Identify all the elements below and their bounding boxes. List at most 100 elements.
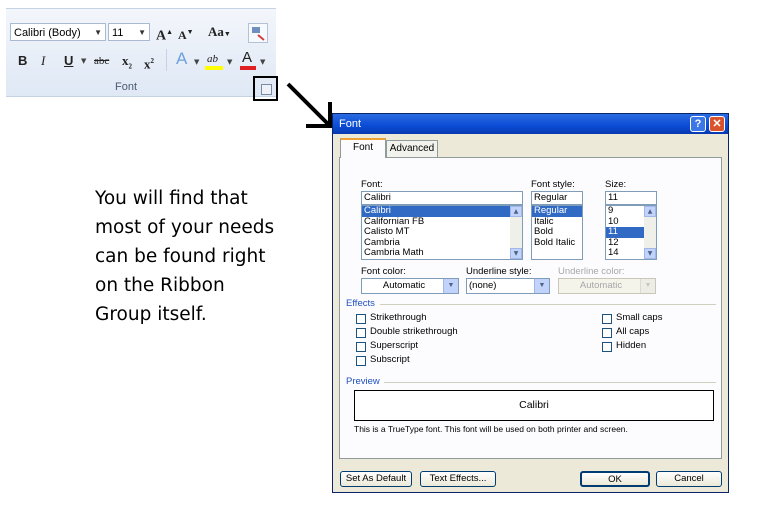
double-strikethrough-checkbox[interactable] bbox=[356, 328, 366, 338]
size-listbox[interactable]: 9 10 11 12 14 ▲ ▼ bbox=[605, 205, 657, 260]
clear-formatting-button[interactable] bbox=[248, 23, 268, 43]
superscript-label: Superscript bbox=[370, 340, 419, 351]
font-size-combo[interactable]: 11 ▼ bbox=[108, 23, 150, 41]
font-dialog: Font ? ✕ Font Advanced Font: Calibri Cal… bbox=[332, 113, 729, 493]
underline-style-value: (none) bbox=[469, 280, 497, 291]
grow-font-icon: A bbox=[156, 28, 167, 44]
help-button[interactable]: ? bbox=[690, 116, 706, 132]
font-color-icon: A bbox=[242, 49, 253, 66]
strikethrough-checkbox[interactable] bbox=[356, 314, 366, 324]
all-caps-label: All caps bbox=[616, 326, 650, 337]
all-caps-checkbox[interactable] bbox=[602, 328, 612, 338]
font-color-value: Automatic bbox=[382, 280, 426, 291]
grow-font-button[interactable]: A▲ bbox=[156, 24, 173, 45]
text-effects-dialog-button[interactable]: Text Effects... bbox=[420, 471, 496, 487]
chevron-down-icon: ▼ bbox=[640, 279, 655, 293]
underline-color-combo: Automatic ▼ bbox=[558, 278, 656, 294]
list-item[interactable]: Calisto MT bbox=[362, 226, 522, 238]
chevron-down-icon[interactable]: ▼ bbox=[81, 57, 86, 65]
dialog-title: Font bbox=[339, 118, 362, 130]
list-item[interactable]: Calibri bbox=[362, 206, 522, 217]
subscript-label: Subscript bbox=[370, 354, 410, 365]
dialog-launcher-icon[interactable] bbox=[261, 84, 272, 95]
underline-color-value: Automatic bbox=[579, 280, 623, 291]
size-label: Size: bbox=[605, 179, 627, 190]
underline-color-label: Underline color: bbox=[558, 266, 625, 277]
cancel-button[interactable]: Cancel bbox=[656, 471, 722, 487]
subscript-button[interactable]: x2 bbox=[122, 53, 132, 75]
double-strikethrough-label: Double strikethrough bbox=[370, 326, 458, 337]
subscript-checkbox[interactable] bbox=[356, 356, 366, 366]
shrink-font-icon: A bbox=[178, 28, 187, 42]
scrollbar[interactable]: ▲ ▼ bbox=[510, 206, 522, 259]
list-item[interactable]: Cambria Math bbox=[362, 247, 522, 259]
list-item[interactable]: Bold bbox=[532, 226, 582, 238]
divider bbox=[166, 49, 167, 71]
scroll-up-icon[interactable]: ▲ bbox=[510, 206, 522, 217]
clear-formatting-icon bbox=[252, 27, 265, 41]
text-effects-button[interactable]: A bbox=[176, 50, 187, 67]
list-item[interactable]: Regular bbox=[532, 206, 582, 217]
font-style-listbox[interactable]: Regular Italic Bold Bold Italic bbox=[531, 205, 583, 260]
close-button[interactable]: ✕ bbox=[709, 116, 725, 132]
size-input[interactable]: 11 bbox=[605, 191, 657, 205]
underline-button[interactable]: U bbox=[64, 53, 73, 69]
caption-text: You will find that most of your needs ca… bbox=[95, 184, 305, 329]
font-listbox[interactable]: Calibri Californian FB Calisto MT Cambri… bbox=[361, 205, 523, 260]
caption-line: can be found right bbox=[95, 246, 266, 267]
change-case-button[interactable]: Aa▼ bbox=[208, 24, 231, 42]
dialog-titlebar[interactable]: Font ? ✕ bbox=[333, 114, 728, 134]
hidden-checkbox[interactable] bbox=[602, 342, 612, 352]
caption-line: on the Ribbon bbox=[95, 275, 225, 296]
underline-style-combo[interactable]: (none) ▼ bbox=[466, 278, 550, 294]
font-color-button[interactable]: A bbox=[240, 49, 258, 71]
font-label: Font: bbox=[361, 179, 383, 190]
font-color-combo[interactable]: Automatic ▼ bbox=[361, 278, 459, 294]
arrow-pointer bbox=[286, 82, 332, 128]
scroll-down-icon[interactable]: ▼ bbox=[644, 248, 656, 259]
font-input[interactable]: Calibri bbox=[361, 191, 523, 205]
ok-button[interactable]: OK bbox=[580, 471, 650, 487]
font-name-combo[interactable]: Calibri (Body) ▼ bbox=[10, 23, 106, 41]
italic-button[interactable]: I bbox=[41, 53, 45, 69]
list-item[interactable]: Bold Italic bbox=[532, 237, 582, 249]
chevron-down-icon[interactable]: ▼ bbox=[94, 24, 102, 42]
tab-font[interactable]: Font bbox=[340, 138, 386, 158]
set-as-default-button[interactable]: Set As Default bbox=[340, 471, 412, 487]
font-style-input[interactable]: Regular bbox=[531, 191, 583, 205]
strikethrough-label: Strikethrough bbox=[370, 312, 427, 323]
caption-line: You will find that bbox=[95, 188, 248, 209]
underline-style-label: Underline style: bbox=[466, 266, 532, 277]
font-style-label: Font style: bbox=[531, 179, 575, 190]
change-case-icon: Aa bbox=[208, 24, 224, 39]
chevron-down-icon[interactable]: ▼ bbox=[227, 58, 232, 66]
preview-note: This is a TrueType font. This font will … bbox=[354, 424, 628, 434]
chevron-down-icon[interactable]: ▼ bbox=[194, 58, 199, 66]
hidden-label: Hidden bbox=[616, 340, 647, 351]
divider bbox=[380, 304, 716, 305]
small-caps-checkbox[interactable] bbox=[602, 314, 612, 324]
chevron-down-icon[interactable]: ▼ bbox=[534, 279, 549, 293]
strikethrough-button[interactable]: abc bbox=[94, 53, 109, 69]
scroll-down-icon[interactable]: ▼ bbox=[510, 248, 522, 259]
shrink-font-button[interactable]: A▼ bbox=[178, 24, 194, 43]
chevron-down-icon[interactable]: ▼ bbox=[138, 24, 146, 42]
chevron-down-icon[interactable]: ▼ bbox=[443, 279, 458, 293]
divider bbox=[384, 382, 716, 383]
bold-button[interactable]: B bbox=[18, 53, 27, 69]
highlight-button[interactable]: ab bbox=[205, 51, 225, 71]
font-name-value: Calibri (Body) bbox=[14, 27, 81, 39]
highlight-icon: ab bbox=[207, 53, 218, 65]
superscript-checkbox[interactable] bbox=[356, 342, 366, 352]
chevron-down-icon[interactable]: ▼ bbox=[260, 58, 265, 66]
scrollbar[interactable]: ▲ ▼ bbox=[644, 206, 656, 259]
ribbon-font-group: Calibri (Body) ▼ 11 ▼ A▲ A▼ Aa▼ B I U ▼ … bbox=[6, 8, 276, 97]
font-color-label: Font color: bbox=[361, 266, 406, 277]
tab-advanced[interactable]: Advanced bbox=[386, 140, 438, 157]
superscript-button[interactable]: x2 bbox=[144, 53, 154, 72]
highlight-swatch bbox=[205, 66, 223, 70]
scroll-up-icon[interactable]: ▲ bbox=[644, 206, 656, 217]
caption-line: Group itself. bbox=[95, 304, 207, 325]
effects-label: Effects bbox=[346, 298, 375, 309]
group-label: Font bbox=[114, 81, 137, 93]
